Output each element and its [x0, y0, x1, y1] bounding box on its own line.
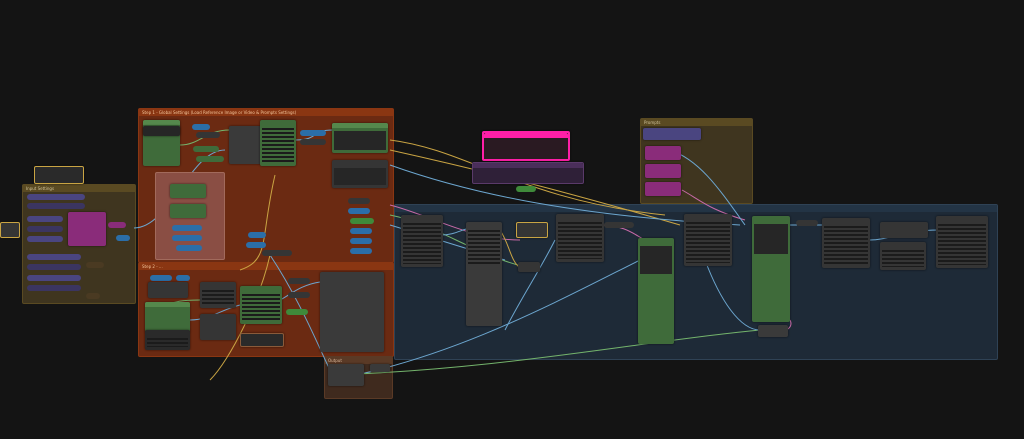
- widget-pill[interactable]: [116, 235, 130, 241]
- widget-pill[interactable]: [516, 186, 536, 192]
- purple-node[interactable]: [643, 128, 701, 140]
- group-title: Prompts: [641, 119, 752, 126]
- widget-pill[interactable]: [604, 222, 634, 228]
- widget-pill[interactable]: [27, 226, 63, 232]
- group-title: Step 2 - ...: [139, 263, 393, 270]
- gray-node[interactable]: [401, 215, 443, 267]
- widget-pill[interactable]: [796, 220, 818, 226]
- gray-node[interactable]: [684, 214, 732, 266]
- gray-node[interactable]: [328, 364, 364, 386]
- widget-pill[interactable]: [196, 156, 224, 162]
- gray-node[interactable]: [145, 330, 190, 350]
- pink-node[interactable]: [482, 131, 570, 161]
- gray-node[interactable]: [758, 325, 788, 337]
- widget-pill[interactable]: [108, 222, 126, 228]
- magenta-node[interactable]: [645, 182, 681, 196]
- group-title: Input Settings: [23, 185, 135, 192]
- widget-pill[interactable]: [196, 132, 220, 138]
- magenta-node[interactable]: [645, 164, 681, 178]
- widget-pill[interactable]: [348, 208, 370, 214]
- widget-pill[interactable]: [27, 194, 85, 200]
- widget-pill[interactable]: [288, 278, 310, 284]
- preview-node[interactable]: [320, 272, 384, 352]
- node-graph-canvas[interactable]: Input Settings Step 1 - Global Settings …: [0, 0, 1024, 439]
- widget-pill[interactable]: [172, 235, 202, 241]
- widget-pill[interactable]: [350, 228, 372, 234]
- widget-pill[interactable]: [300, 139, 326, 145]
- widget-pill[interactable]: [248, 232, 266, 238]
- widget-pill[interactable]: [300, 130, 326, 136]
- green-node[interactable]: [240, 286, 282, 324]
- group-title: Step 1 - Global Settings (Load Reference…: [139, 109, 393, 116]
- widget-pill[interactable]: [192, 124, 210, 130]
- widget-pill[interactable]: [27, 285, 81, 291]
- widget-pill[interactable]: [350, 248, 372, 254]
- gray-node[interactable]: [200, 314, 236, 340]
- widget-pill[interactable]: [286, 309, 308, 315]
- gray-node[interactable]: [143, 126, 180, 136]
- group-title: Output: [325, 357, 392, 364]
- widget-pill[interactable]: [27, 216, 63, 222]
- gray-node[interactable]: [240, 333, 284, 347]
- gray-node[interactable]: [370, 364, 390, 372]
- widget-pill[interactable]: [350, 238, 372, 244]
- gray-node[interactable]: [556, 214, 604, 262]
- gray-node[interactable]: [200, 282, 236, 308]
- green-node[interactable]: [752, 216, 790, 322]
- magenta-node[interactable]: [645, 146, 681, 160]
- gray-node[interactable]: [822, 218, 870, 268]
- widget-pill[interactable]: [288, 292, 310, 298]
- gray-node[interactable]: [518, 262, 540, 272]
- gray-node[interactable]: [332, 160, 388, 188]
- green-node[interactable]: [170, 184, 206, 198]
- group-title: [395, 205, 997, 212]
- green-node[interactable]: [638, 238, 674, 344]
- widget-pill[interactable]: [176, 245, 202, 251]
- widget-pill[interactable]: [86, 293, 100, 299]
- gray-node[interactable]: [880, 242, 926, 270]
- widget-pill[interactable]: [27, 236, 63, 242]
- widget-pill[interactable]: [348, 198, 370, 204]
- gray-node[interactable]: [148, 282, 188, 298]
- gray-node[interactable]: [516, 222, 548, 238]
- widget-pill[interactable]: [262, 250, 292, 256]
- green-node[interactable]: [332, 123, 388, 153]
- widget-pill[interactable]: [150, 275, 172, 281]
- widget-pill[interactable]: [27, 203, 85, 209]
- widget-pill[interactable]: [176, 275, 190, 281]
- widget-pill[interactable]: [86, 262, 104, 268]
- widget-pill[interactable]: [193, 146, 219, 152]
- gray-node[interactable]: [880, 222, 928, 238]
- widget-pill[interactable]: [350, 218, 374, 224]
- widget-pill[interactable]: [246, 242, 266, 248]
- widget-pill[interactable]: [27, 275, 81, 281]
- green-node[interactable]: [145, 302, 190, 332]
- green-node[interactable]: [260, 120, 296, 166]
- widget-pill[interactable]: [172, 225, 202, 231]
- magenta-node[interactable]: [68, 212, 106, 246]
- purple-node[interactable]: [472, 162, 584, 184]
- green-node[interactable]: [170, 204, 206, 218]
- widget-pill[interactable]: [27, 264, 81, 270]
- mini-node[interactable]: [34, 166, 84, 184]
- gray-node[interactable]: [466, 222, 502, 326]
- gray-node[interactable]: [936, 216, 988, 268]
- gray-node[interactable]: [229, 126, 261, 164]
- mini-node[interactable]: [0, 222, 20, 238]
- widget-pill[interactable]: [27, 254, 81, 260]
